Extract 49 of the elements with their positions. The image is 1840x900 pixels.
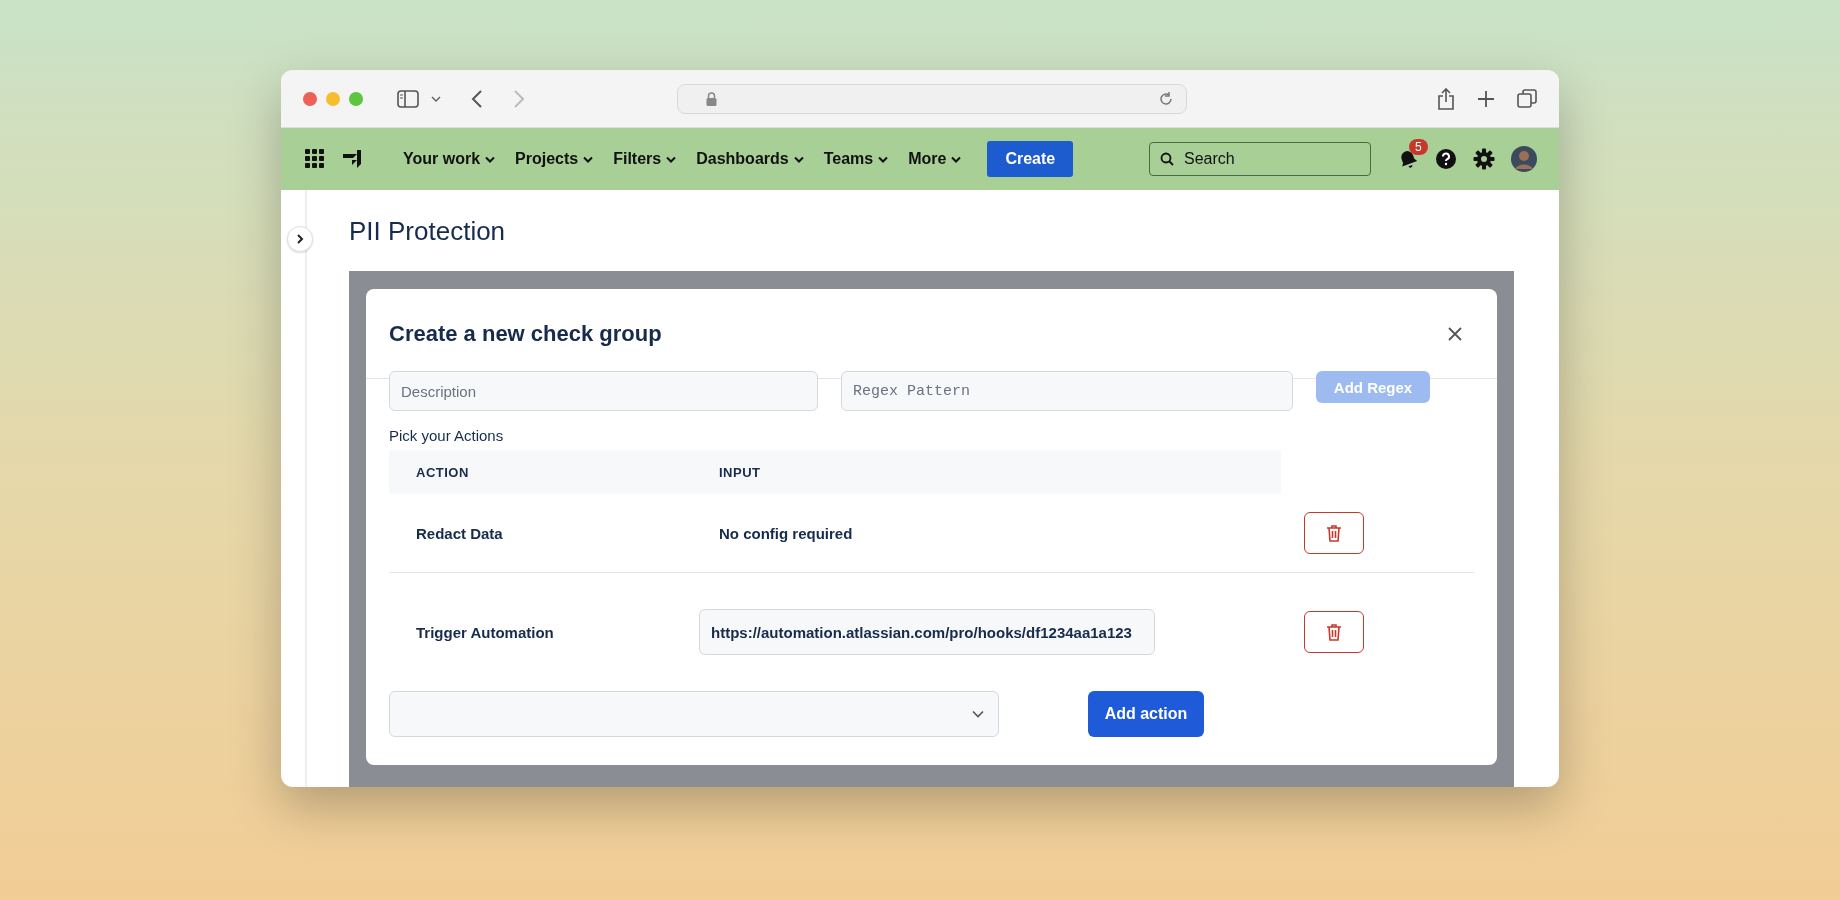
- nav-menu[interactable]: Projects: [507, 144, 602, 174]
- plus-icon[interactable]: [1477, 89, 1495, 108]
- lock-icon: [706, 91, 717, 106]
- table-cell-text: Redact Data: [415, 524, 504, 542]
- chevron-down-icon: [666, 155, 677, 163]
- column-header: INPUT: [719, 464, 761, 480]
- chevron-down-icon: [878, 155, 889, 163]
- delete-button[interactable]: [1304, 512, 1364, 554]
- avatar-icon[interactable]: [1511, 146, 1537, 172]
- settings-icon[interactable]: [1473, 148, 1495, 170]
- add-action-button[interactable]: Add action: [1088, 691, 1204, 737]
- table-cell-text: No config required: [719, 524, 854, 542]
- search-field[interactable]: Search: [1149, 142, 1371, 176]
- page-title: PII Protection: [349, 216, 507, 247]
- logo-icon[interactable]: [341, 148, 363, 170]
- sidebar-icon[interactable]: [397, 89, 419, 108]
- nav-menu[interactable]: Dashboards: [688, 144, 812, 174]
- chevron-down-icon: [972, 710, 984, 718]
- modal-title: Create a new check group: [389, 320, 662, 347]
- search-icon: [1160, 152, 1174, 166]
- reload-icon[interactable]: [1158, 90, 1174, 107]
- chevron-down-icon[interactable]: [431, 94, 441, 103]
- pattern-field[interactable]: Regex Pattern: [841, 371, 1293, 411]
- text-field[interactable]: Description: [389, 371, 818, 411]
- close-icon[interactable]: [1447, 325, 1463, 342]
- tabs-icon[interactable]: [1517, 88, 1537, 109]
- column-header: ACTION: [415, 464, 470, 480]
- help-icon[interactable]: [1435, 148, 1457, 170]
- create-button[interactable]: Create: [987, 141, 1074, 177]
- nav-menu[interactable]: Teams: [815, 144, 897, 174]
- back-icon[interactable]: [471, 89, 483, 108]
- nav-menu[interactable]: More: [900, 144, 970, 174]
- chevron-down-icon: [793, 155, 804, 163]
- section-label: Pick your Actions: [389, 427, 505, 444]
- chevron-right-icon: [296, 234, 304, 244]
- expand-sidebar-button[interactable]: [287, 226, 313, 252]
- delete-button[interactable]: [1304, 611, 1364, 653]
- url-field[interactable]: https://automation.atlassian.com/pro/hooks/df1234aa1a123: [699, 609, 1155, 655]
- chevron-down-icon: [583, 155, 594, 163]
- notification-count: 5: [1409, 139, 1428, 155]
- close-window-icon[interactable]: [303, 91, 317, 106]
- trash-icon: [1326, 623, 1342, 641]
- nav-menu[interactable]: Filters: [605, 144, 685, 174]
- trash-icon: [1326, 524, 1342, 542]
- share-icon[interactable]: [1437, 87, 1455, 110]
- nav-menu[interactable]: Your work: [395, 144, 504, 174]
- chevron-down-icon: [951, 155, 962, 163]
- app-grid-icon[interactable]: [305, 149, 325, 169]
- chevron-down-icon: [485, 155, 496, 163]
